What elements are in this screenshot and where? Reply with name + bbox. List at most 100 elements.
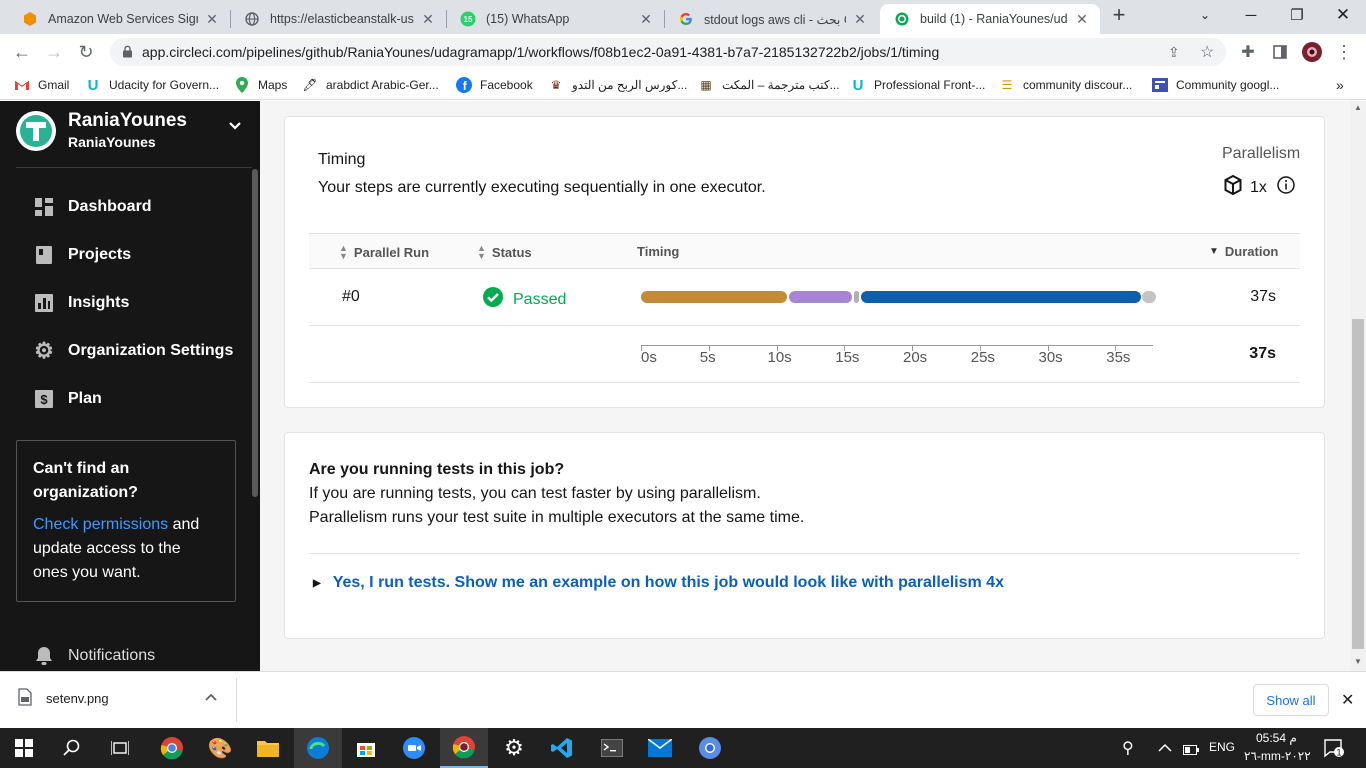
tray-chevron-up-icon[interactable] bbox=[1158, 740, 1172, 758]
back-arrow-icon[interactable]: ← bbox=[10, 40, 34, 64]
tab-aws[interactable]: Amazon Web Services Sign-I ✕ bbox=[8, 4, 230, 34]
windows-start-icon[interactable] bbox=[0, 728, 48, 768]
tests-card: Are you running tests in this job? If yo… bbox=[284, 432, 1325, 639]
tab-elasticbeanstalk[interactable]: https://elasticbeanstalk-us-ea ✕ bbox=[230, 4, 446, 34]
table-row[interactable]: #0 Passed 37s bbox=[309, 269, 1300, 326]
info-icon[interactable] bbox=[1277, 176, 1295, 199]
bookmark-community-discour[interactable]: ☰ community discour... bbox=[999, 75, 1133, 95]
bookmark-star-icon[interactable]: ☆ bbox=[1200, 42, 1214, 62]
battery-icon[interactable] bbox=[1183, 742, 1199, 760]
reload-icon[interactable]: ↻ bbox=[74, 40, 98, 64]
timing-description: Your steps are currently executing seque… bbox=[318, 179, 766, 196]
paint-icon[interactable]: 🎨 bbox=[196, 728, 244, 768]
bookmark-udacity-gov[interactable]: U Udacity for Govern... bbox=[85, 75, 219, 95]
course-icon: ♛ bbox=[550, 78, 562, 92]
close-tab-icon[interactable]: ✕ bbox=[204, 11, 220, 28]
bookmark-arabdict[interactable]: 🖋 arabdict Arabic-Ger... bbox=[302, 75, 438, 95]
sidebar-item-plan[interactable]: $ Plan bbox=[34, 389, 102, 409]
sidebar-scrollbar[interactable] bbox=[252, 169, 258, 497]
task-view-icon[interactable] bbox=[96, 728, 144, 768]
scroll-up-arrow-icon[interactable]: ▲ bbox=[1354, 103, 1362, 112]
share-icon[interactable]: ⇪ bbox=[1168, 44, 1180, 61]
chrome-active-taskbar-icon[interactable] bbox=[440, 728, 488, 768]
new-tab-button[interactable]: + bbox=[1096, 0, 1142, 30]
action-center-icon[interactable]: 1 bbox=[1324, 738, 1344, 763]
timing-bars bbox=[641, 291, 1161, 303]
download-item[interactable]: setenv.png bbox=[18, 688, 109, 709]
tab-google-search[interactable]: stdout logs aws cli - بحث Goo ✕ bbox=[664, 4, 878, 34]
sidebar: RaniaYounes RaniaYounes Dashboard Projec… bbox=[0, 101, 260, 671]
timing-step-bar[interactable] bbox=[860, 291, 1141, 303]
col-duration[interactable]: ▼ Duration bbox=[1209, 244, 1278, 259]
side-panel-icon[interactable] bbox=[1268, 40, 1292, 64]
bookmark-gmail[interactable]: Gmail bbox=[14, 75, 69, 95]
close-tab-icon[interactable]: ✕ bbox=[638, 11, 654, 28]
mail-icon[interactable] bbox=[636, 728, 684, 768]
timing-step-bar[interactable] bbox=[788, 291, 853, 303]
close-window-button[interactable]: ✕ bbox=[1320, 0, 1366, 30]
sidebar-item-insights[interactable]: Insights bbox=[34, 293, 129, 313]
download-options-chevron-icon[interactable] bbox=[205, 690, 217, 704]
page-scrollbar[interactable]: ▲ ▼ bbox=[1350, 101, 1366, 671]
org-switcher[interactable]: RaniaYounes RaniaYounes bbox=[16, 110, 187, 152]
main-content: Timing Your steps are currently executin… bbox=[260, 101, 1350, 671]
forward-arrow-icon[interactable]: → bbox=[42, 40, 66, 64]
bookmark-books[interactable]: ▦ كتب مترجمة – المكت... bbox=[698, 75, 839, 95]
sidebar-item-dashboard[interactable]: Dashboard bbox=[34, 197, 152, 217]
profile-avatar[interactable] bbox=[1300, 40, 1324, 64]
file-explorer-icon[interactable] bbox=[244, 728, 292, 768]
chromium-icon[interactable] bbox=[686, 728, 734, 768]
clock-time[interactable]: 05:54 م bbox=[1256, 731, 1297, 745]
timing-step-bar[interactable] bbox=[853, 291, 860, 303]
tab-search-chevron-icon[interactable]: ⌄ bbox=[1182, 0, 1228, 30]
timing-axis-row: 0s 5s 10s 15s 20s 25s 30s 35s 37s bbox=[309, 326, 1300, 383]
sidebar-item-organization-settings[interactable]: ⚙ Organization Settings bbox=[34, 338, 233, 363]
language-indicator[interactable]: ENG bbox=[1209, 740, 1235, 754]
bookmark-community-google[interactable]: Community googl... bbox=[1152, 75, 1279, 95]
parallelism-value: 1x bbox=[1250, 178, 1267, 196]
terminal-icon[interactable] bbox=[588, 728, 636, 768]
clock-date[interactable]: ٢٦-mm-٢٠٢٢ bbox=[1244, 749, 1311, 763]
tab-circleci-build[interactable]: build (1) - RaniaYounes/udag ✕ bbox=[880, 4, 1100, 34]
store-icon[interactable] bbox=[342, 728, 390, 768]
vscode-icon[interactable] bbox=[538, 728, 586, 768]
chevron-down-icon[interactable] bbox=[228, 118, 242, 134]
restore-button[interactable]: ❐ bbox=[1274, 0, 1320, 30]
bookmark-maps[interactable]: Maps bbox=[234, 75, 287, 95]
col-parallel-run[interactable]: ▲ ▼ Parallel Run bbox=[339, 244, 429, 261]
scrollbar-thumb[interactable] bbox=[1352, 319, 1364, 649]
more-bookmarks-chevron-icon[interactable]: » bbox=[1336, 75, 1344, 95]
bookmark-course[interactable]: ♛ كورس الربح من التدو... bbox=[548, 75, 688, 95]
parallelism-example-toggle[interactable]: ▶ Yes, I run tests. Show me an example o… bbox=[313, 574, 1004, 592]
search-icon[interactable] bbox=[48, 728, 96, 768]
file-icon bbox=[18, 688, 32, 709]
sidebar-item-notifications[interactable]: Notifications bbox=[34, 646, 155, 666]
chrome-menu-icon[interactable]: ⋮ bbox=[1332, 40, 1356, 64]
globe-icon bbox=[244, 11, 260, 27]
check-permissions-link[interactable]: Check permissions bbox=[33, 516, 168, 533]
col-status[interactable]: ▲ ▼ Status bbox=[477, 244, 532, 261]
axis-tick-label: 0s bbox=[641, 349, 657, 366]
close-tab-icon[interactable]: ✕ bbox=[1074, 11, 1090, 28]
chrome-taskbar-icon[interactable] bbox=[148, 728, 196, 768]
zoom-icon[interactable] bbox=[390, 728, 438, 768]
scroll-down-arrow-icon[interactable]: ▼ bbox=[1354, 657, 1362, 666]
people-icon[interactable]: ⚲ bbox=[1122, 738, 1134, 758]
extensions-puzzle-icon[interactable]: ✚ bbox=[1236, 40, 1260, 64]
omnibox[interactable]: app.circleci.com/pipelines/github/RaniaY… bbox=[110, 38, 1226, 66]
circleci-success-icon bbox=[894, 11, 910, 27]
minimize-button[interactable]: ─ bbox=[1228, 0, 1274, 30]
notification-count: 1 bbox=[1336, 748, 1341, 758]
sidebar-item-projects[interactable]: Projects bbox=[34, 245, 131, 265]
tab-whatsapp[interactable]: 15 (15) WhatsApp ✕ bbox=[446, 4, 664, 34]
close-tab-icon[interactable]: ✕ bbox=[420, 11, 436, 28]
timing-step-bar[interactable] bbox=[641, 291, 788, 303]
show-all-button[interactable]: Show all bbox=[1253, 684, 1329, 716]
bookmark-professional-front[interactable]: U Professional Front-... bbox=[850, 75, 986, 95]
bookmark-facebook[interactable]: f Facebook bbox=[456, 75, 533, 95]
edge-icon[interactable] bbox=[294, 728, 342, 768]
settings-gear-icon[interactable]: ⚙ bbox=[490, 728, 538, 768]
timing-step-bar[interactable] bbox=[1142, 291, 1156, 303]
close-download-bar-icon[interactable]: ✕ bbox=[1341, 690, 1354, 710]
close-tab-icon[interactable]: ✕ bbox=[852, 11, 868, 28]
